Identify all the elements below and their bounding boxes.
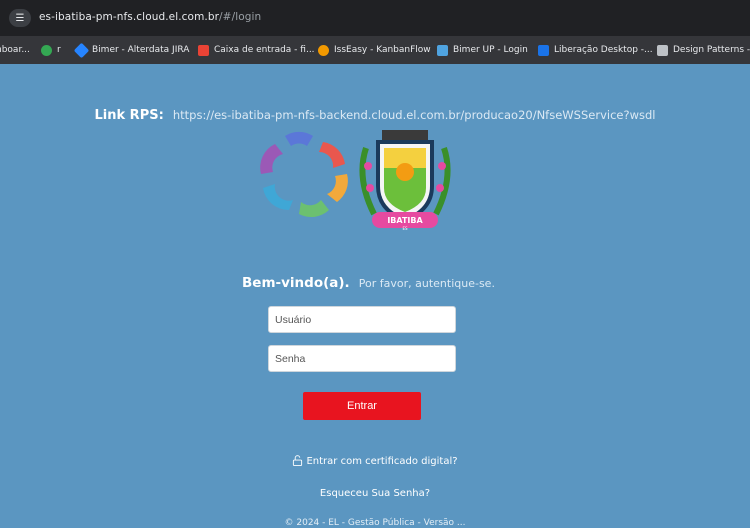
welcome-message: Bem-vindo(a). Por favor, autentique-se. [242,272,495,291]
enter-button[interactable]: Entrar [303,392,421,420]
url-path: /#/login [219,11,262,23]
site-settings-icon[interactable]: ☰ [9,9,31,27]
certificate-label: Entrar com certificado digital? [306,456,458,467]
password-input[interactable] [268,345,456,372]
bookmark-0[interactable]: nboar... [0,43,30,57]
bookmark-3[interactable]: Caixa de entrada - fi... [198,43,315,57]
username-input[interactable] [268,306,456,333]
gmail-icon [198,44,209,56]
welcome-subtitle: Por favor, autentique-se. [358,277,495,290]
bookmark-4[interactable]: IssEasy - KanbanFlow [318,43,431,57]
seal-subtitle: ES [402,226,408,231]
rps-url[interactable]: https://es-ibatiba-pm-nfs-backend.cloud.… [173,108,656,122]
bookmark-1[interactable]: r [41,43,61,57]
bookmark-6[interactable]: Liberação Desktop -... [538,43,653,57]
address-url[interactable]: es-ibatiba-pm-nfs.cloud.el.com.br/#/logi… [39,11,261,23]
certificate-login-link[interactable]: Entrar com certificado digital? [0,455,750,467]
login-page: Link RPS: https://es-ibatiba-pm-nfs-back… [0,64,750,528]
desktop-icon [538,44,549,56]
jira-icon [73,42,90,58]
bimer-icon [437,44,448,56]
welcome-title: Bem-vindo(a). [242,275,350,291]
page-icon [657,44,668,56]
bookmark-5[interactable]: Bimer UP - Login [437,43,528,57]
rps-link: Link RPS: https://es-ibatiba-pm-nfs-back… [0,104,750,123]
footer-text: © 2024 - EL - Gestão Pública - Versão ..… [284,518,466,528]
bookmark-2[interactable]: Bimer - Alterdata JIRA [73,42,189,58]
kanbanflow-icon [318,44,329,56]
bookmark-7[interactable]: Design Patterns - [657,43,750,57]
unlock-icon [293,455,303,466]
ibatiba-coat-of-arms-icon: IBATIBA ES [359,130,451,231]
forgot-password-link[interactable]: Esqueceu Sua Senha? [0,488,750,499]
rps-label: Link RPS: [94,108,164,123]
seal-name: IBATIBA [387,216,423,225]
browser-address-bar: ☰ es-ibatiba-pm-nfs.cloud.el.com.br/#/lo… [0,0,750,36]
url-host: es-ibatiba-pm-nfs.cloud.el.com.br [39,11,220,23]
bookmarks-bar: nboar... r Bimer - Alterdata JIRA Caixa … [0,36,750,64]
bookmark-icon [41,44,52,56]
